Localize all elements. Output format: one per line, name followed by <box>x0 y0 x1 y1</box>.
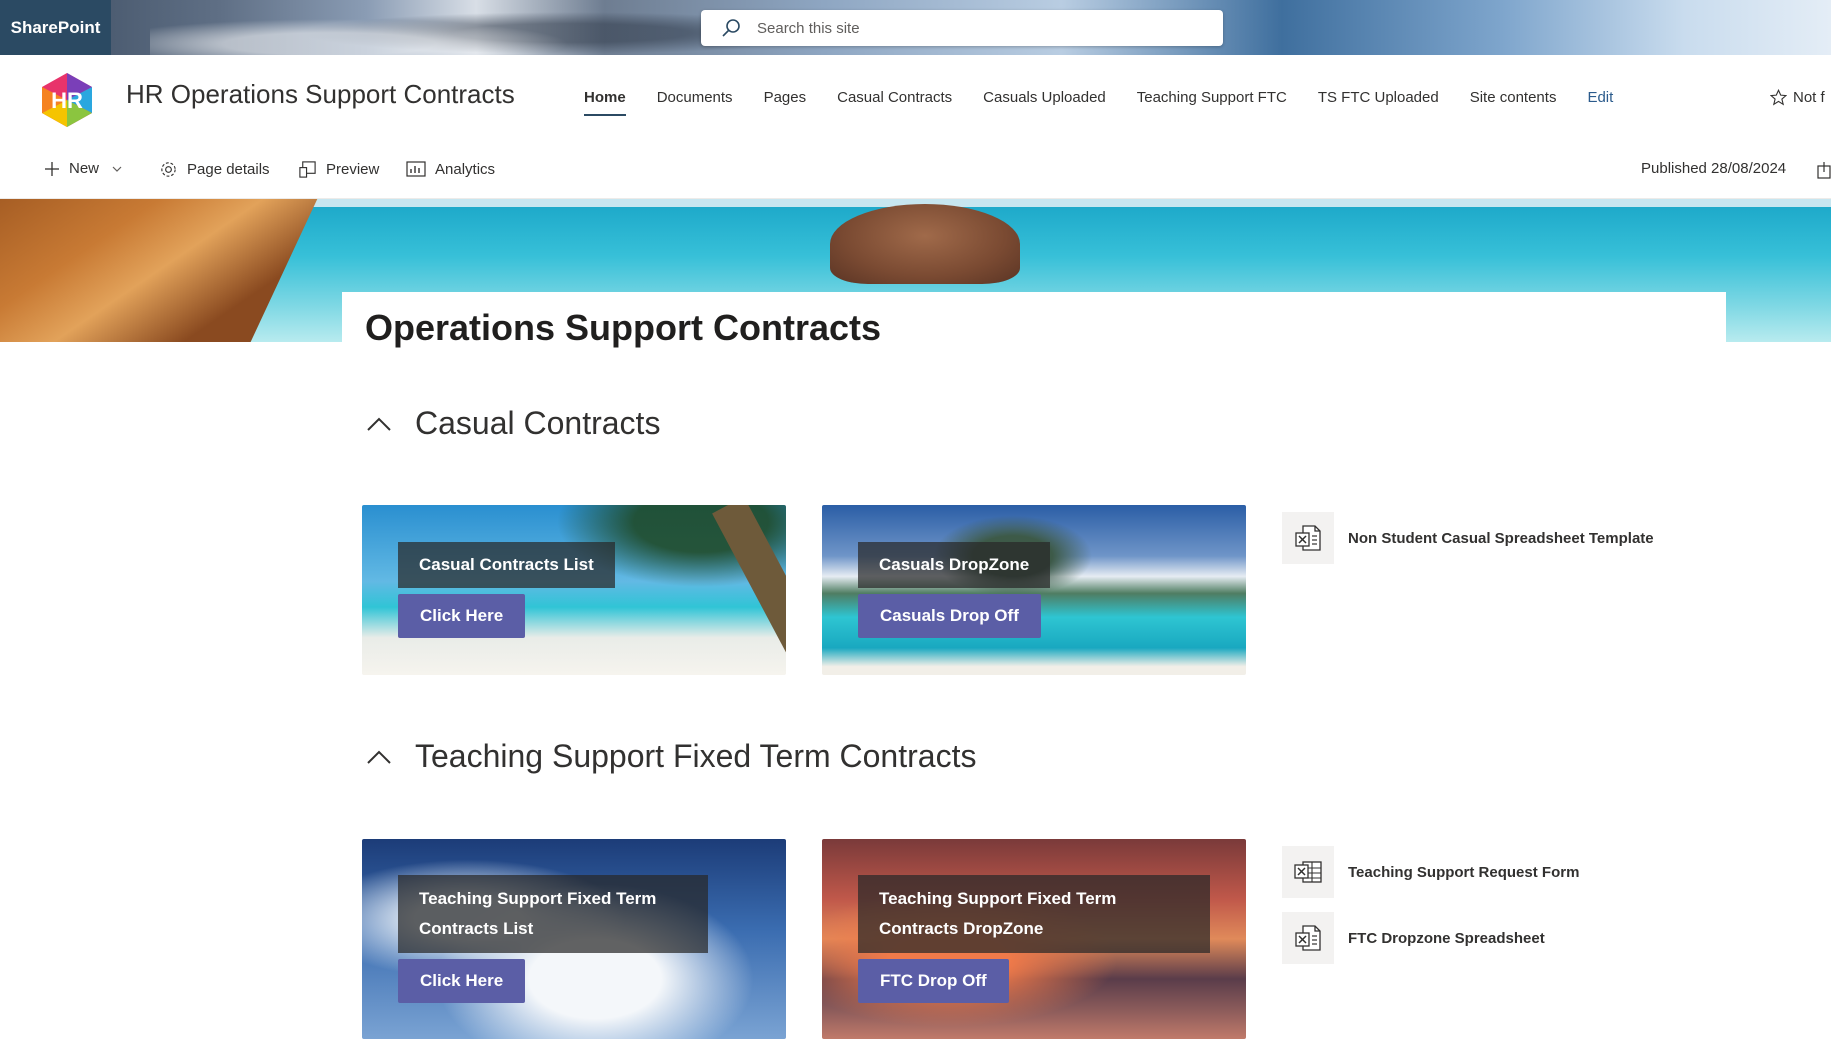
hero-rock-center <box>830 204 1020 284</box>
ftc-drop-off-button[interactable]: FTC Drop Off <box>858 959 1009 1003</box>
hero-rock-left <box>0 199 327 342</box>
tile-label: Teaching Support Fixed Term Contracts Li… <box>398 875 708 953</box>
page-details-button[interactable]: Page details <box>159 160 270 179</box>
excel-file-icon <box>1282 512 1334 564</box>
tile-label-line1: Teaching Support Fixed Term <box>419 889 657 908</box>
tile-background-palm <box>712 505 786 675</box>
analytics-icon <box>406 161 426 177</box>
sharepoint-brand-link[interactable]: SharePoint <box>0 0 111 55</box>
preview-icon <box>299 161 316 178</box>
search-icon <box>722 19 740 37</box>
file-name: Teaching Support Request Form <box>1348 863 1580 881</box>
gear-icon <box>161 162 176 177</box>
site-title[interactable]: HR Operations Support Contracts <box>126 79 515 110</box>
chevron-down-icon <box>112 166 122 172</box>
nav-item-site-contents[interactable]: Site contents <box>1470 89 1557 116</box>
page-details-label: Page details <box>187 161 270 178</box>
new-button[interactable]: New <box>44 160 132 177</box>
file-name: FTC Dropzone Spreadsheet <box>1348 929 1545 947</box>
nav-item-teaching-support-ftc[interactable]: Teaching Support FTC <box>1137 89 1287 116</box>
forms-icon <box>1282 846 1334 898</box>
suite-bar-background <box>150 0 750 55</box>
plus-icon <box>45 161 59 176</box>
search-input[interactable] <box>755 18 1199 38</box>
click-here-button[interactable]: Click Here <box>398 594 526 638</box>
section-casual-contracts-toggle[interactable]: Casual Contracts <box>365 405 660 442</box>
chevron-up-icon <box>367 417 391 431</box>
top-navigation: Home Documents Pages Casual Contracts Ca… <box>584 89 1644 116</box>
casual-contracts-list-tile: Casual Contracts List Click Here <box>362 505 786 675</box>
preview-label: Preview <box>326 161 380 178</box>
page-title: Operations Support Contracts <box>365 307 882 348</box>
nav-item-ts-ftc-uploaded[interactable]: TS FTC Uploaded <box>1318 89 1439 116</box>
excel-file-icon <box>1282 912 1334 964</box>
follow-button[interactable]: Not f <box>1770 89 1825 106</box>
tile-label: Teaching Support Fixed Term Contracts Dr… <box>858 875 1210 953</box>
chevron-up-icon <box>367 750 391 764</box>
tile-label-line1: Teaching Support Fixed Term <box>879 889 1117 908</box>
nav-item-documents[interactable]: Documents <box>657 89 733 116</box>
command-bar: New Page details Preview Analytics Publi… <box>0 140 1831 199</box>
file-name: Non Student Casual Spreadsheet Template <box>1348 529 1654 547</box>
site-logo[interactable]: HR <box>38 71 96 129</box>
casuals-drop-off-button[interactable]: Casuals Drop Off <box>858 594 1041 638</box>
section-casual-contracts-heading: Casual Contracts <box>415 405 661 441</box>
site-header: HR HR Operations Support Contracts Home … <box>0 55 1831 140</box>
tile-label-line2: Contracts DropZone <box>879 919 1044 938</box>
tile-label: Casual Contracts List <box>398 542 615 588</box>
search-box[interactable] <box>701 10 1223 46</box>
nav-item-casual-contracts[interactable]: Casual Contracts <box>837 89 952 116</box>
nav-edit-link[interactable]: Edit <box>1587 89 1613 116</box>
share-icon[interactable] <box>1817 161 1831 179</box>
follow-label: Not f <box>1793 89 1825 106</box>
preview-button[interactable]: Preview <box>298 160 379 179</box>
section-teaching-support-heading: Teaching Support Fixed Term Contracts <box>415 738 977 774</box>
star-icon <box>1770 89 1787 106</box>
click-here-button[interactable]: Click Here <box>398 959 526 1003</box>
teaching-support-dropzone-tile: Teaching Support Fixed Term Contracts Dr… <box>822 839 1246 1039</box>
nav-item-pages[interactable]: Pages <box>764 89 807 116</box>
file-link-non-student-casual-template[interactable]: Non Student Casual Spreadsheet Template <box>1282 512 1654 564</box>
analytics-label: Analytics <box>435 160 496 178</box>
new-label: New <box>69 160 100 177</box>
analytics-button[interactable]: Analytics <box>406 160 495 178</box>
svg-text:HR: HR <box>51 88 83 113</box>
teaching-support-contracts-list-tile: Teaching Support Fixed Term Contracts Li… <box>362 839 786 1039</box>
file-link-ftc-dropzone-spreadsheet[interactable]: FTC Dropzone Spreadsheet <box>1282 912 1545 964</box>
tile-label: Casuals DropZone <box>858 542 1051 588</box>
suite-bar: SharePoint <box>0 0 1831 55</box>
section-teaching-support-toggle[interactable]: Teaching Support Fixed Term Contracts <box>365 738 976 775</box>
published-status: Published 28/08/2024 <box>1641 160 1787 177</box>
tile-label-line2: Contracts List <box>419 919 534 938</box>
file-link-teaching-support-request-form[interactable]: Teaching Support Request Form <box>1282 846 1579 898</box>
casuals-dropzone-tile: Casuals DropZone Casuals Drop Off <box>822 505 1246 675</box>
nav-item-home[interactable]: Home <box>584 89 626 116</box>
nav-item-casuals-uploaded[interactable]: Casuals Uploaded <box>983 89 1106 116</box>
